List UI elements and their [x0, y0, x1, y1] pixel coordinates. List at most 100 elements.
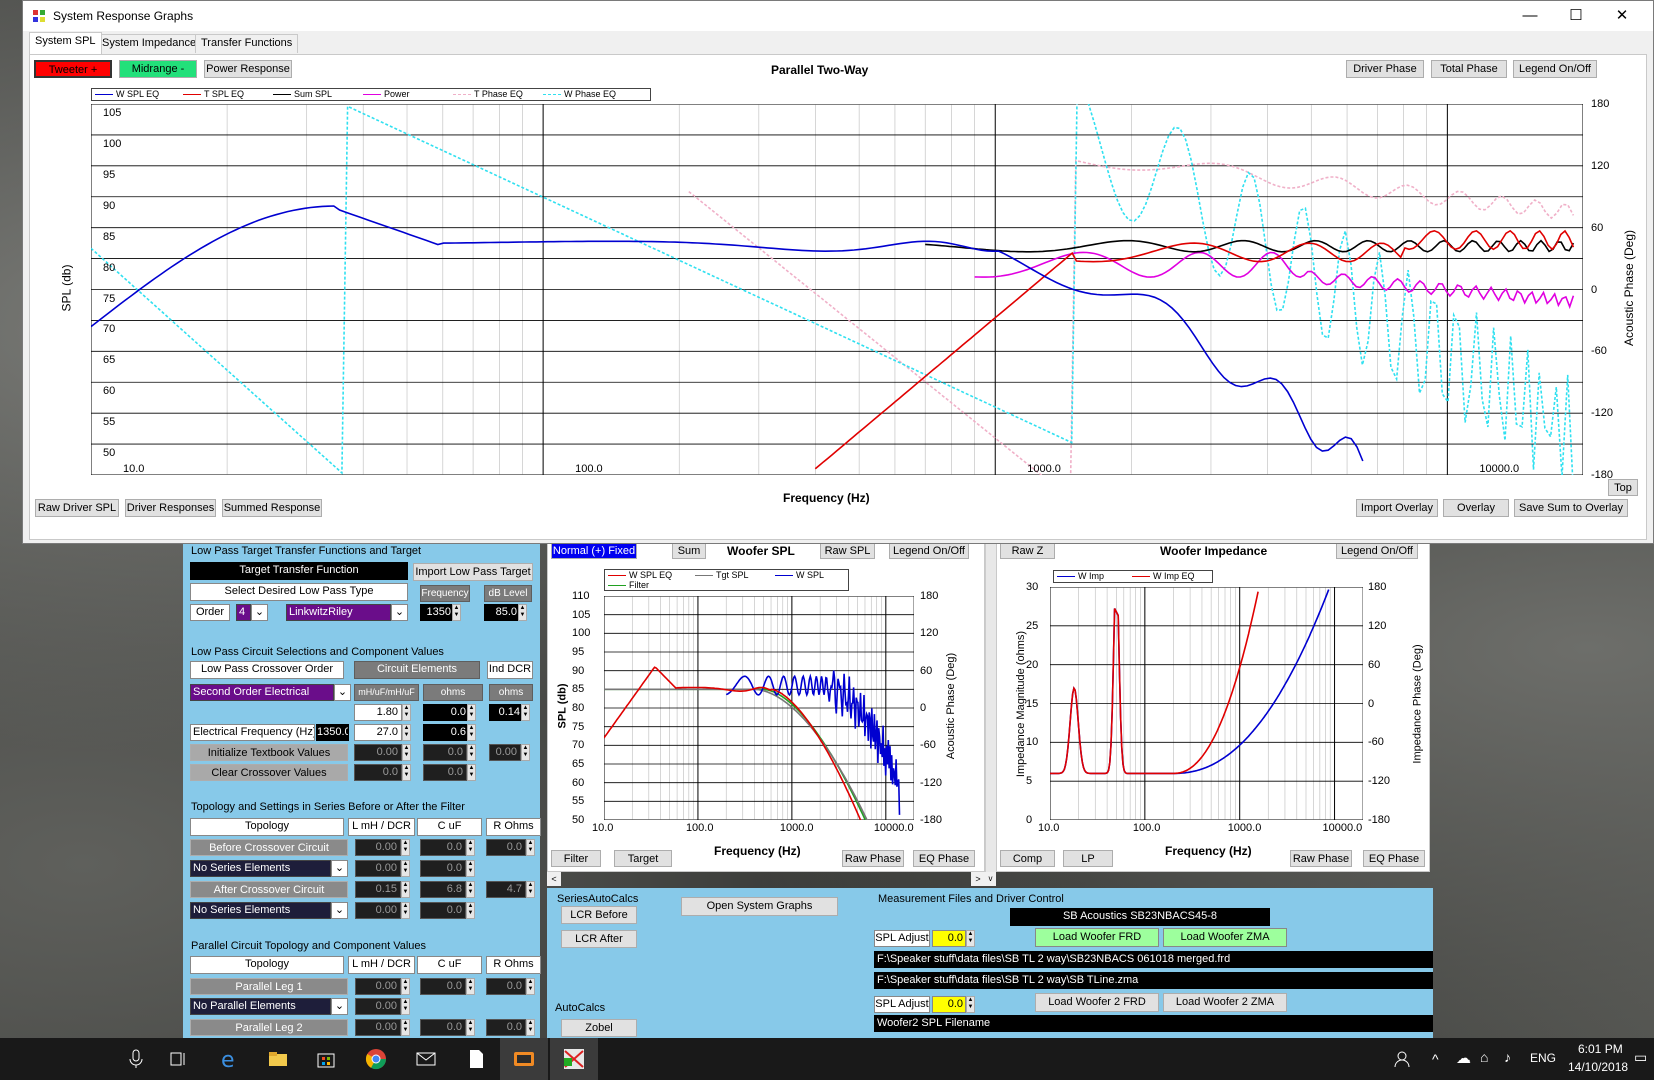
capacitor-spinner[interactable]: ▲ ▼: [402, 724, 411, 741]
raw-spl-button[interactable]: Raw SPL: [820, 542, 875, 559]
spinner-00b[interactable]: ▲ ▼: [467, 744, 476, 761]
value-000b[interactable]: 0.00: [489, 744, 521, 761]
target-button[interactable]: Target: [614, 850, 672, 867]
spl-adjust-value[interactable]: 0.0: [932, 930, 966, 947]
import-overlay-button[interactable]: Import Overlay: [1356, 499, 1438, 517]
before-l-spinner[interactable]: ▲ ▼: [401, 839, 410, 856]
network-icon[interactable]: ⌂: [1480, 1049, 1488, 1065]
series2-l-value[interactable]: 0.00: [355, 902, 401, 919]
leg2-r-value[interactable]: 0.0: [486, 1019, 526, 1036]
impedance-raw-phase-button[interactable]: Raw Phase: [1290, 850, 1352, 867]
frequency-spinner[interactable]: ▲ ▼: [452, 604, 461, 621]
tab-system-spl[interactable]: System SPL: [29, 32, 102, 54]
import-lowpass-target-button[interactable]: Import Low Pass Target: [413, 563, 533, 581]
crossover-order-select[interactable]: Second Order Electrical: [190, 684, 334, 701]
microphone-icon[interactable]: [124, 1047, 148, 1071]
inductor-value[interactable]: 1.80: [354, 704, 402, 721]
leg1-l-value[interactable]: 0.00: [355, 978, 401, 995]
input-language[interactable]: ENG: [1530, 1051, 1556, 1065]
load-woofer-frd-button[interactable]: Load Woofer FRD: [1035, 928, 1159, 947]
value-000a[interactable]: 0.00: [354, 744, 402, 761]
before-l-value[interactable]: 0.00: [355, 839, 401, 856]
before-r-value[interactable]: 0.0: [486, 839, 526, 856]
after-r-spinner[interactable]: ▲ ▼: [526, 881, 535, 898]
order-select[interactable]: 4: [236, 604, 251, 621]
impedance-eq-phase-button[interactable]: EQ Phase: [1363, 850, 1425, 867]
ohms-value-1[interactable]: 0.0: [423, 704, 467, 721]
tab-system-impedance[interactable]: System Impedance: [96, 34, 203, 53]
clock-date[interactable]: 14/10/2018: [1568, 1060, 1628, 1074]
chart-scrollbar[interactable]: [985, 540, 996, 886]
lcr-before-button[interactable]: LCR Before: [561, 906, 637, 924]
file-explorer-icon[interactable]: [266, 1047, 290, 1071]
summed-response-button[interactable]: Summed Response: [222, 499, 322, 517]
people-icon[interactable]: [1392, 1047, 1416, 1071]
legend-toggle-button[interactable]: Legend On/Off: [1513, 60, 1597, 78]
close-icon[interactable]: ✕: [1599, 1, 1645, 31]
series1-l-value[interactable]: 0.00: [355, 860, 401, 877]
lowpass-type-select[interactable]: LinkwitzRiley: [286, 604, 391, 621]
midrange-polarity-button[interactable]: Midrange -: [119, 60, 197, 78]
after-r-value[interactable]: 4.7: [486, 881, 526, 898]
after-c-value[interactable]: 6.8: [420, 881, 466, 898]
notifications-icon[interactable]: ▭: [1634, 1049, 1647, 1066]
series2-c-value[interactable]: 0.0: [420, 902, 466, 919]
series1-l-spinner[interactable]: ▲ ▼: [401, 860, 410, 877]
scroll-down-arrow[interactable]: v: [985, 872, 996, 886]
title-bar[interactable]: System Response Graphs — ☐ ✕: [23, 1, 1653, 31]
parallel-l-value[interactable]: 0.00: [355, 998, 401, 1015]
spinner-000a[interactable]: ▲ ▼: [402, 744, 411, 761]
woofer-spl-legend-toggle[interactable]: Legend On/Off: [889, 542, 969, 559]
series2-c-spinner[interactable]: ▲ ▼: [466, 902, 475, 919]
after-l-spinner[interactable]: ▲ ▼: [401, 881, 410, 898]
lowpass-type-dropdown-arrow[interactable]: ⌄: [391, 604, 408, 621]
series2-l-spinner[interactable]: ▲ ▼: [401, 902, 410, 919]
lcr-after-button[interactable]: LCR After: [561, 930, 637, 948]
comp-button[interactable]: Comp: [1000, 850, 1055, 867]
power-response-button[interactable]: Power Response: [204, 60, 292, 78]
series-before-dropdown-arrow[interactable]: ⌄: [331, 860, 348, 877]
before-r-spinner[interactable]: ▲ ▼: [526, 839, 535, 856]
load-woofer-2-frd-button[interactable]: Load Woofer 2 FRD: [1035, 993, 1159, 1012]
spinner-00d[interactable]: ▲ ▼: [467, 764, 476, 781]
maximize-icon[interactable]: ☐: [1553, 1, 1599, 31]
load-woofer-zma-button[interactable]: Load Woofer ZMA: [1163, 928, 1287, 947]
inductor-spinner[interactable]: ▲ ▼: [402, 704, 411, 721]
minimize-icon[interactable]: —: [1507, 1, 1553, 31]
sum-button[interactable]: Sum: [672, 542, 706, 559]
open-system-graphs-button[interactable]: Open System Graphs: [681, 897, 838, 916]
parallel-l-spinner[interactable]: ▲ ▼: [401, 998, 410, 1015]
scroll-right-arrow[interactable]: >: [971, 872, 985, 886]
leg2-l-spinner[interactable]: ▲ ▼: [401, 1019, 410, 1036]
frequency-input[interactable]: 1350: [420, 604, 452, 621]
spinner-00c[interactable]: ▲ ▼: [402, 764, 411, 781]
series-after-select[interactable]: No Series Elements: [190, 902, 331, 919]
task-view-icon[interactable]: [166, 1047, 190, 1071]
document-icon[interactable]: [464, 1047, 488, 1071]
before-crossover-circuit-button[interactable]: Before Crossover Circuit: [190, 839, 348, 856]
leg2-c-value[interactable]: 0.0: [420, 1019, 466, 1036]
overlay-button[interactable]: Overlay: [1443, 499, 1509, 517]
weather-cloud-icon[interactable]: ☁: [1456, 1049, 1471, 1067]
crossover-order-dropdown-arrow[interactable]: ⌄: [334, 684, 351, 701]
leg2-r-spinner[interactable]: ▲ ▼: [526, 1019, 535, 1036]
scroll-left-arrow[interactable]: <: [547, 872, 561, 886]
order-dropdown-arrow[interactable]: ⌄: [251, 604, 268, 621]
impedance-legend-toggle[interactable]: Legend On/Off: [1336, 542, 1418, 559]
leg1-c-value[interactable]: 0.0: [420, 978, 466, 995]
spl-adjust-2-spinner[interactable]: ▲ ▼: [966, 996, 975, 1013]
normal-fixed-button[interactable]: Normal (+) Fixed: [551, 542, 637, 559]
db-level-spinner[interactable]: ▲ ▼: [518, 604, 527, 621]
tweeter-polarity-button[interactable]: Tweeter +: [34, 60, 112, 78]
after-crossover-circuit-button[interactable]: After Crossover Circuit: [190, 881, 348, 898]
crossover-app-icon[interactable]: [562, 1047, 586, 1071]
xsim-app-icon[interactable]: [512, 1047, 536, 1071]
series1-c-spinner[interactable]: ▲ ▼: [466, 860, 475, 877]
clear-crossover-values-button[interactable]: Clear Crossover Values: [190, 764, 348, 781]
spinner-000b[interactable]: ▲ ▼: [521, 744, 530, 761]
parallel-elements-dropdown-arrow[interactable]: ⌄: [331, 998, 348, 1015]
before-c-value[interactable]: 0.0: [420, 839, 466, 856]
spl-adjust-spinner[interactable]: ▲ ▼: [966, 930, 975, 947]
before-c-spinner[interactable]: ▲ ▼: [466, 839, 475, 856]
edge-icon[interactable]: e: [217, 1047, 241, 1071]
